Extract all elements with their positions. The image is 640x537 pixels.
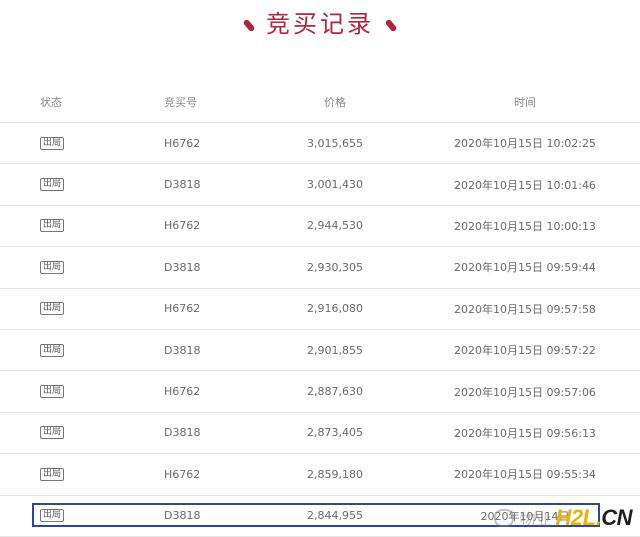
price-cell: 2,916,080 (307, 302, 363, 316)
bid-number-cell: H6762 (164, 302, 201, 316)
status-cell: 出局 (40, 289, 65, 329)
status-cell: 出局 (40, 330, 65, 370)
table-row: 出局 D3818 2,930,305 2020年10月15日 09:59:44 (0, 247, 640, 289)
price-cell: 2,887,630 (307, 385, 363, 399)
status-badge: 出局 (40, 467, 65, 481)
watermark: 物业 H2L.CN (493, 505, 633, 531)
column-header-bid-number: 竞买号 (164, 96, 197, 109)
time-cell: 2020年10月15日 09:59:44 (454, 261, 596, 275)
time-cell: 2020年10月15日 10:00:13 (454, 219, 596, 233)
price-cell: 3,001,430 (307, 178, 363, 192)
price-cell: 2,844,955 (307, 509, 363, 523)
table-row: 出局 D3818 2,873,405 2020年10月15日 09:56:13 (0, 413, 640, 455)
watermark-text: 物业 (519, 512, 552, 529)
status-cell: 出局 (40, 413, 65, 453)
column-header-time: 时间 (514, 96, 536, 109)
price-cell: 2,873,405 (307, 426, 363, 440)
price-cell: 3,015,655 (307, 136, 363, 150)
bid-number-cell: H6762 (164, 219, 201, 233)
price-cell: 2,901,855 (307, 343, 363, 357)
time-cell: 2020年10月15日 09:56:13 (454, 426, 596, 440)
time-cell: 2020年10月15日 09:57:58 (454, 302, 596, 316)
time-cell: 2020年10月15日 09:55:34 (454, 468, 596, 482)
price-cell: 2,859,180 (307, 467, 363, 481)
bid-number-cell: H6762 (164, 385, 201, 399)
status-badge: 出局 (40, 343, 65, 357)
column-header-price: 价格 (324, 96, 346, 109)
bid-number-cell: D3818 (164, 260, 201, 274)
time-cell: 2020年10月15日 09:57:06 (454, 385, 596, 399)
tick-mark-icon (384, 18, 398, 32)
site-logo: H2L.CN (555, 505, 633, 530)
column-header-status: 状态 (40, 96, 62, 109)
status-cell: 出局 (40, 371, 65, 411)
status-cell: 出局 (40, 123, 65, 163)
status-cell: 出局 (40, 164, 65, 204)
time-cell: 2020年10月15日 10:01:46 (454, 178, 596, 192)
status-badge: 出局 (40, 260, 65, 274)
page-header: 竞买记录 (0, 6, 640, 42)
price-cell: 2,944,530 (307, 219, 363, 233)
tick-mark-icon (242, 18, 256, 32)
price-cell: 2,930,305 (307, 260, 363, 274)
status-badge: 出局 (40, 136, 65, 150)
table-row: 出局 D3818 3,001,430 2020年10月15日 10:01:46 (0, 164, 640, 206)
table-row: 出局 H6762 2,859,180 2020年10月15日 09:55:34 (0, 454, 640, 496)
status-cell: 出局 (40, 496, 65, 536)
status-badge: 出局 (40, 509, 65, 523)
status-badge: 出局 (40, 385, 65, 399)
status-badge: 出局 (40, 426, 65, 440)
wechat-icon (493, 509, 514, 527)
time-cell: 2020年10月15日 09:57:22 (454, 344, 596, 358)
bid-number-cell: D3818 (164, 509, 201, 523)
status-cell: 出局 (40, 206, 65, 246)
status-badge: 出局 (40, 219, 65, 233)
table-row: 出局 H6762 2,887,630 2020年10月15日 09:57:06 (0, 371, 640, 413)
bid-record-table: 状态 竞买号 价格 时间 出局 H6762 3,015,655 2020年10月15日… (0, 82, 640, 537)
table-header-row: 状态 竞买号 价格 时间 (0, 82, 640, 123)
bid-number-cell: D3818 (164, 178, 201, 192)
table-row: 出局 H6762 3,015,655 2020年10月15日 10:02:25 (0, 123, 640, 165)
bid-number-cell: H6762 (164, 467, 201, 481)
table-row: 出局 D3818 2,901,855 2020年10月15日 09:57:22 (0, 330, 640, 372)
page-title: 竞买记录 (266, 10, 374, 38)
time-cell: 2020年10月15日 10:02:25 (454, 137, 596, 151)
table-row: 出局 H6762 2,944,530 2020年10月15日 10:00:13 (0, 206, 640, 248)
status-badge: 出局 (40, 302, 65, 316)
status-cell: 出局 (40, 454, 65, 494)
table-row: 出局 H6762 2,916,080 2020年10月15日 09:57:58 (0, 289, 640, 330)
bid-number-cell: H6762 (164, 136, 201, 150)
bid-number-cell: D3818 (164, 426, 201, 440)
table-body: 出局 H6762 3,015,655 2020年10月15日 10:02:25 出局 D3… (0, 123, 640, 537)
bid-number-cell: D3818 (164, 343, 201, 357)
status-badge: 出局 (40, 178, 65, 192)
status-cell: 出局 (40, 247, 65, 287)
